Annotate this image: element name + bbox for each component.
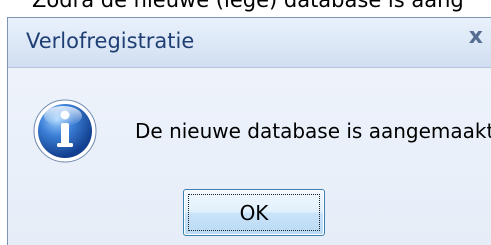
- message-dialog: Verlofregistratie x De nieuwe database i…: [7, 17, 491, 245]
- dialog-content: De nieuwe database is aangemaakt. OK: [8, 68, 491, 245]
- dialog-titlebar[interactable]: Verlofregistratie x: [8, 18, 491, 68]
- information-icon: [33, 99, 97, 163]
- ok-button[interactable]: OK: [183, 189, 325, 236]
- ok-button-label: OK: [239, 201, 269, 225]
- close-icon[interactable]: x: [469, 26, 483, 48]
- dialog-message: De nieuwe database is aangemaakt.: [135, 119, 491, 143]
- background-document-text: Zodra de nieuwe (lege) database is aang: [32, 0, 464, 12]
- page: Zodra de nieuwe (lege) database is aang …: [0, 0, 491, 245]
- dialog-title: Verlofregistratie: [26, 29, 195, 53]
